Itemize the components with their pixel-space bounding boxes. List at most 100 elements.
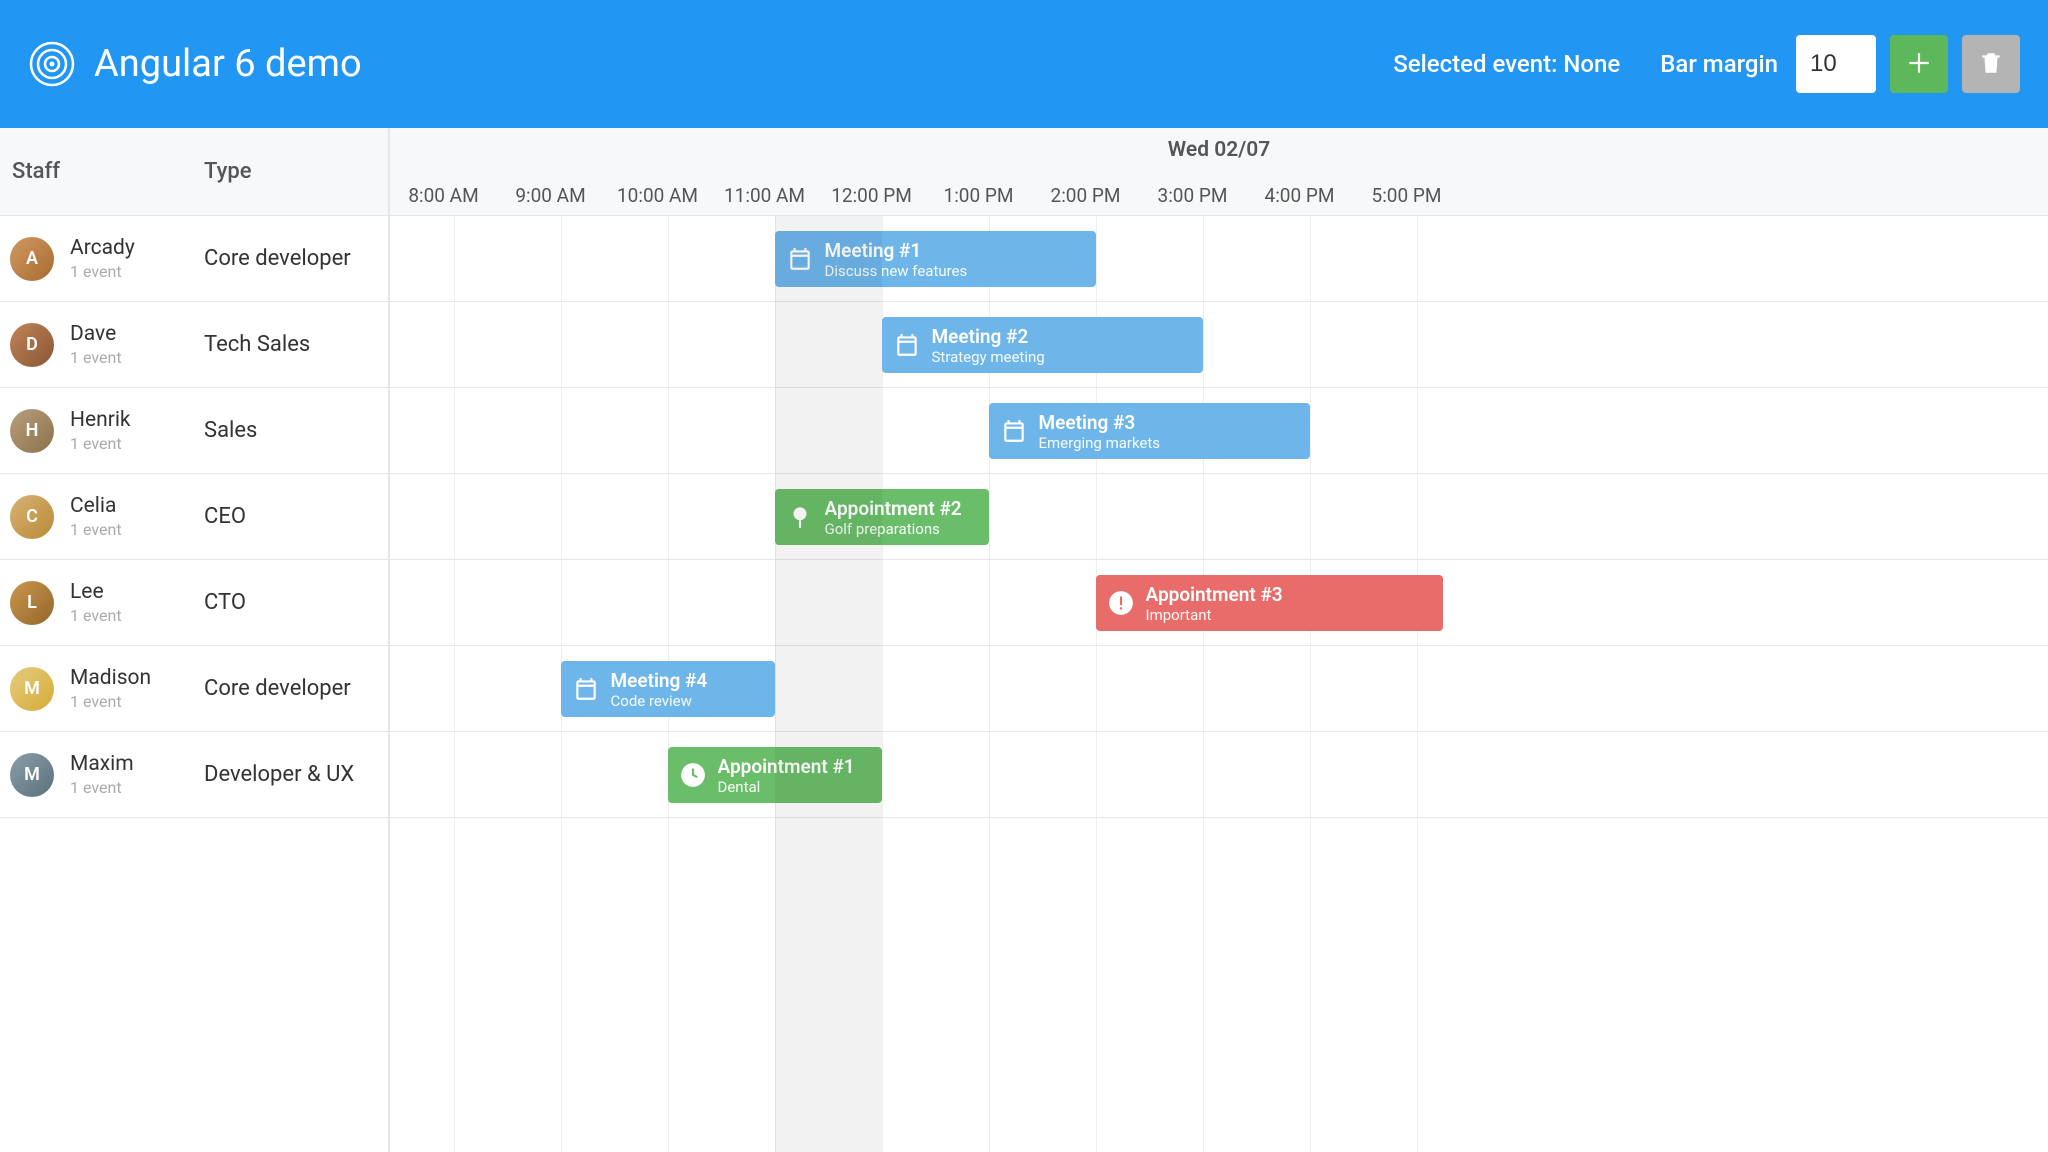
event-title: Meeting #4 xyxy=(611,669,708,692)
staff-row[interactable]: M Maxim 1 eventDeveloper & UX xyxy=(0,732,388,818)
logo-group: Angular 6 demo xyxy=(28,40,362,88)
staff-name: Maxim xyxy=(70,752,200,776)
staff-type: Core developer xyxy=(200,246,388,271)
hour-label: 4:00 PM xyxy=(1246,184,1353,207)
event-bar[interactable]: Appointment #2Golf preparations xyxy=(775,489,989,545)
hour-label: 3:00 PM xyxy=(1139,184,1246,207)
event-subtitle: Emerging markets xyxy=(1039,434,1161,452)
staff-event-count: 1 event xyxy=(70,262,200,281)
timeline-hour-labels: 8:00 AM9:00 AM10:00 AM11:00 AM12:00 PM1:… xyxy=(390,162,2048,215)
hour-label: 8:00 AM xyxy=(390,184,497,207)
calendar-icon xyxy=(573,676,599,702)
event-title: Appointment #1 xyxy=(718,755,855,778)
event-title: Appointment #2 xyxy=(825,497,962,520)
staff-row[interactable]: DDave1 eventTech Sales xyxy=(0,302,388,388)
event-bar[interactable]: Meeting #1Discuss new features xyxy=(775,231,1096,287)
trash-icon xyxy=(1978,50,2004,79)
staff-row[interactable]: A Arcady 1 eventCore developer xyxy=(0,216,388,302)
event-subtitle: Dental xyxy=(718,778,855,796)
event-title: Meeting #2 xyxy=(932,325,1045,348)
app-title: Angular 6 demo xyxy=(94,42,362,86)
event-bar[interactable]: Appointment #3Important xyxy=(1096,575,1444,631)
timeline-row[interactable]: Meeting #2Strategy meeting xyxy=(390,302,2048,388)
selected-event-readout: Selected event: None xyxy=(1393,50,1620,78)
staff-event-count: 1 event xyxy=(70,692,200,711)
avatar: H xyxy=(10,409,54,453)
event-title: Appointment #3 xyxy=(1146,583,1283,606)
staff-name: Lee xyxy=(70,580,200,604)
bar-margin-label: Bar margin xyxy=(1660,50,1778,78)
event-subtitle: Golf preparations xyxy=(825,520,962,538)
staff-panel: Staff Type AArcady1 eventCore developerD… xyxy=(0,128,390,1152)
event-bar[interactable]: Meeting #3Emerging markets xyxy=(989,403,1310,459)
avatar: M xyxy=(10,753,54,797)
hour-label: 1:00 PM xyxy=(925,184,1032,207)
calendar-icon xyxy=(1001,418,1027,444)
event-subtitle: Strategy meeting xyxy=(932,348,1045,366)
calendar-icon xyxy=(787,246,813,272)
hour-label: 11:00 AM xyxy=(711,184,818,207)
avatar: C xyxy=(10,495,54,539)
bar-margin-input[interactable] xyxy=(1796,35,1876,93)
delete-event-button[interactable] xyxy=(1962,35,2020,93)
staff-name: Madison xyxy=(70,666,200,690)
timeline-header: Wed 02/07 8:00 AM9:00 AM10:00 AM11:00 AM… xyxy=(390,128,2048,216)
column-header-type[interactable]: Type xyxy=(200,159,388,184)
staff-type: Core developer xyxy=(200,676,388,701)
calendar-icon xyxy=(894,332,920,358)
staff-event-count: 1 event xyxy=(70,348,200,367)
staff-name: Arcady xyxy=(70,236,200,260)
staff-type: Developer & UX xyxy=(200,762,388,787)
timeline-row[interactable]: Meeting #1Discuss new features xyxy=(390,216,2048,302)
avatar: A xyxy=(10,237,54,281)
selected-event-label: Selected event: xyxy=(1393,50,1557,78)
staff-event-count: 1 event xyxy=(70,778,200,797)
event-bar[interactable]: Meeting #4Code review xyxy=(561,661,775,717)
selected-event-value: None xyxy=(1563,50,1620,78)
staff-type: CTO xyxy=(200,590,388,615)
staff-row[interactable]: C Celia 1 eventCEO xyxy=(0,474,388,560)
timeline-row[interactable]: Appointment #1Dental xyxy=(390,732,2048,818)
hour-label: 2:00 PM xyxy=(1032,184,1139,207)
staff-row[interactable]: M Madison 1 eventCore developer xyxy=(0,646,388,732)
timeline-row[interactable]: Appointment #2Golf preparations xyxy=(390,474,2048,560)
event-bar[interactable]: Meeting #2Strategy meeting xyxy=(882,317,1203,373)
staff-row[interactable]: L Lee 1 eventCTO xyxy=(0,560,388,646)
alert-icon xyxy=(1108,590,1134,616)
app-logo-icon xyxy=(28,40,76,88)
column-header-staff[interactable]: Staff xyxy=(0,159,200,184)
hour-label: 5:00 PM xyxy=(1353,184,1460,207)
event-title: Meeting #3 xyxy=(1039,411,1161,434)
staff-type: CEO xyxy=(200,504,388,529)
app-header: Angular 6 demo Selected event: None Bar … xyxy=(0,0,2048,128)
event-bar[interactable]: Appointment #1Dental xyxy=(668,747,882,803)
hour-label: 9:00 AM xyxy=(497,184,604,207)
staff-name: Dave xyxy=(70,322,200,346)
add-event-button[interactable] xyxy=(1890,35,1948,93)
event-subtitle: Important xyxy=(1146,606,1283,624)
staff-event-count: 1 event xyxy=(70,520,200,539)
clock-icon xyxy=(680,762,706,788)
staff-panel-header: Staff Type xyxy=(0,128,388,216)
event-title: Meeting #1 xyxy=(825,239,968,262)
staff-event-count: 1 event xyxy=(70,434,200,453)
timeline-body[interactable]: Meeting #1Discuss new features Meeting #2… xyxy=(390,216,2048,1152)
timeline-row[interactable]: Meeting #4Code review xyxy=(390,646,2048,732)
hour-label: 10:00 AM xyxy=(604,184,711,207)
hour-label: 12:00 PM xyxy=(818,184,925,207)
staff-name: Celia xyxy=(70,494,200,518)
staff-event-count: 1 event xyxy=(70,606,200,625)
staff-type: Sales xyxy=(200,418,388,443)
plus-icon xyxy=(1906,50,1932,79)
avatar: D xyxy=(10,323,54,367)
avatar: M xyxy=(10,667,54,711)
timeline-row[interactable]: Appointment #3Important xyxy=(390,560,2048,646)
staff-row[interactable]: H Henrik 1 eventSales xyxy=(0,388,388,474)
event-subtitle: Code review xyxy=(611,692,708,710)
timeline-row[interactable]: Meeting #3Emerging markets xyxy=(390,388,2048,474)
timeline-date: Wed 02/07 xyxy=(390,128,2048,162)
staff-rows: AArcady1 eventCore developerDDave1 event… xyxy=(0,216,388,1152)
scheduler: Staff Type AArcady1 eventCore developerD… xyxy=(0,128,2048,1152)
avatar: L xyxy=(10,581,54,625)
staff-name: Henrik xyxy=(70,408,200,432)
